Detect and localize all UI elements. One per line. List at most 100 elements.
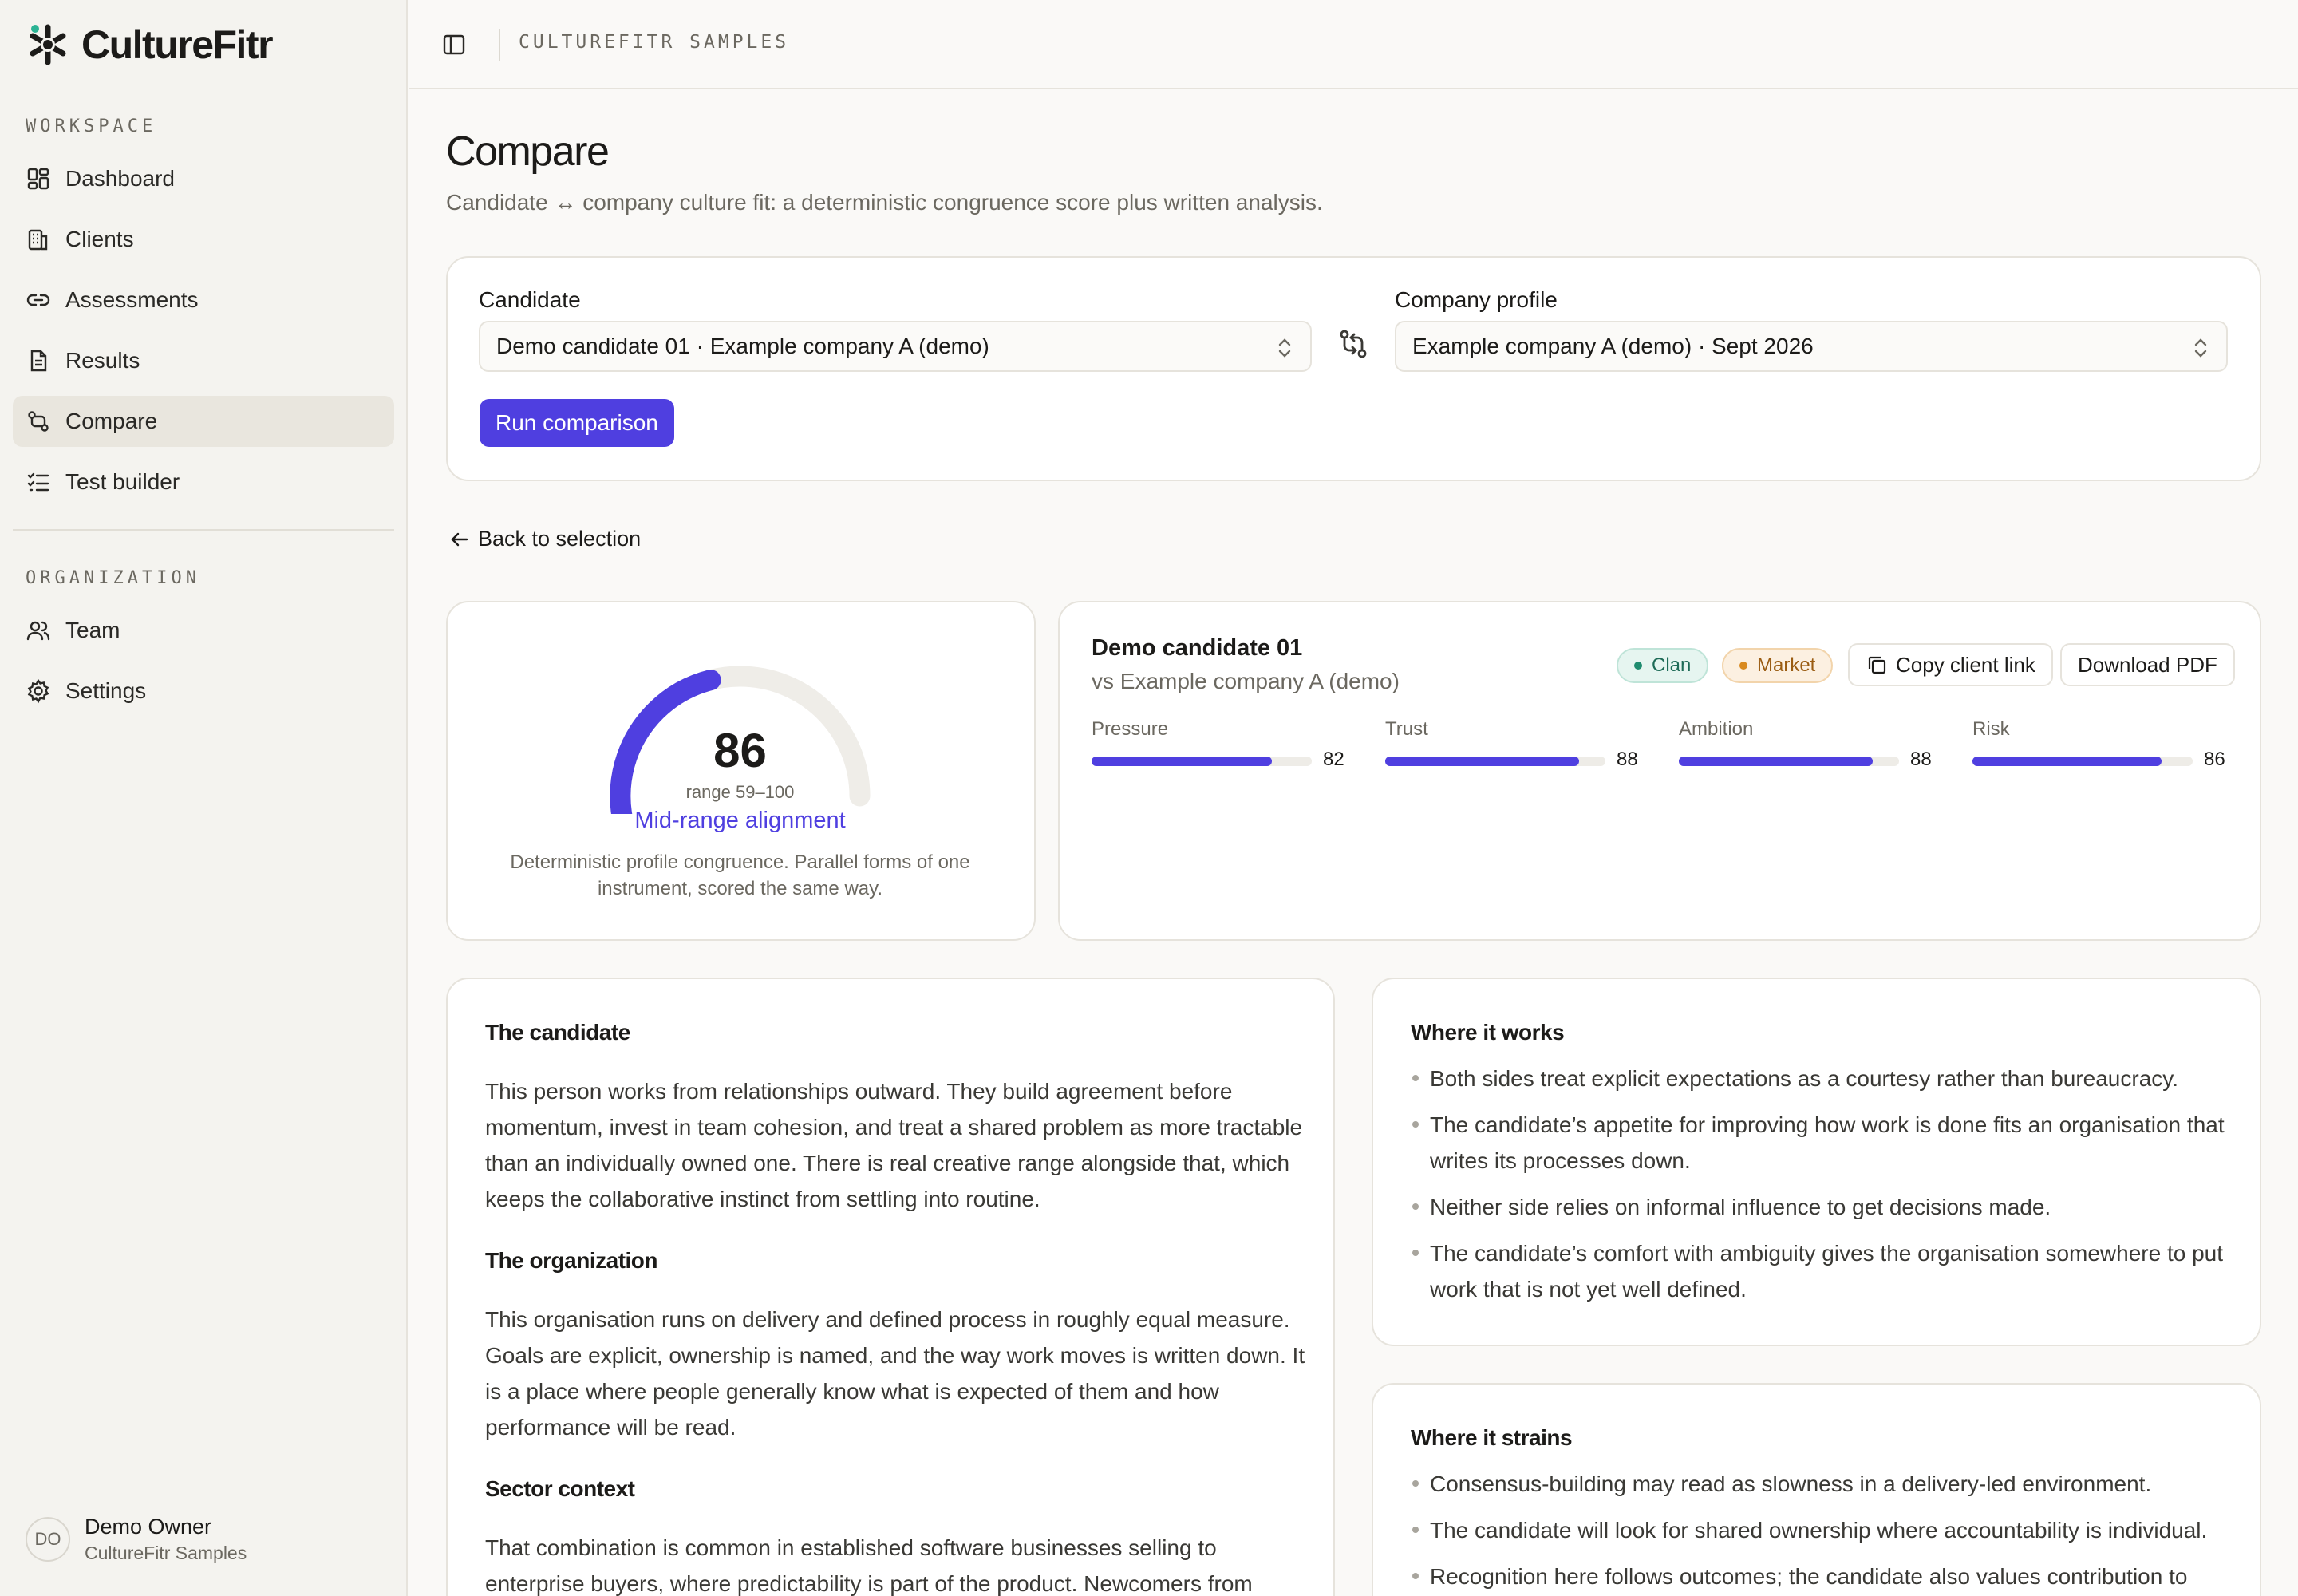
run-comparison-button[interactable]: Run comparison	[480, 399, 674, 447]
score-range: range 59–100	[685, 782, 795, 802]
tag-clan: Clan	[1617, 648, 1709, 683]
metric-track-pressure	[1092, 757, 1312, 766]
back-to-selection-link[interactable]: Back to selection	[449, 527, 641, 551]
brand[interactable]: CultureFitr	[24, 21, 274, 69]
user-org: CultureFitr Samples	[85, 1543, 247, 1563]
tag-dot	[1739, 662, 1747, 670]
sidebar-item-label: Team	[65, 618, 120, 642]
topbar-divider	[499, 29, 500, 61]
download-pdf-button[interactable]: Download PDF	[2060, 643, 2235, 686]
sidebar-toggle-icon[interactable]	[441, 32, 467, 57]
metric-value-risk: 86	[2204, 749, 2225, 770]
candidate-select[interactable]: Demo candidate 01 · Example company A (d…	[479, 321, 1312, 372]
metric-track-ambition	[1679, 757, 1899, 766]
list-item: Recognition here follows outcomes; the c…	[1411, 1558, 2225, 1594]
organization-section-label: ORGANIZATION	[26, 568, 200, 588]
sidebar-item-compare[interactable]: Compare	[13, 396, 394, 447]
users-icon	[26, 621, 50, 641]
company-select-value: Example company A (demo) · Sept 2026	[1412, 334, 1814, 358]
works-list: Both sides treat explicit expectations a…	[1411, 1061, 2225, 1317]
gear-icon	[27, 678, 49, 704]
score-label: Mid-range alignment	[634, 808, 846, 833]
company-select[interactable]: Example company A (demo) · Sept 2026	[1395, 321, 2228, 372]
sidebar: CultureFitr WORKSPACE Dashboard Clients …	[0, 0, 408, 1596]
sidebar-item-dashboard[interactable]: Dashboard	[13, 153, 394, 204]
works-heading: Where it works	[1411, 1020, 1565, 1045]
breadcrumb: CULTUREFITR SAMPLES	[519, 32, 790, 53]
score-description: Deterministic profile congruence. Parall…	[510, 851, 970, 899]
sidebar-item-label: Results	[65, 348, 140, 373]
dashboard-icon	[27, 168, 49, 190]
copy-client-link-button[interactable]: Copy client link	[1848, 643, 2053, 686]
chevron-updown-icon	[1278, 338, 1291, 358]
swap-icon[interactable]	[1335, 326, 1372, 362]
list-item: The candidate’s comfort with ambiguity g…	[1411, 1235, 2225, 1307]
candidate-versus: vs Example company A (demo)	[1092, 669, 1400, 693]
strains-heading: Where it strains	[1411, 1425, 1573, 1450]
page-subtitle: Candidate ↔ company culture fit: a deter…	[446, 190, 1323, 215]
back-link-label: Back to selection	[478, 527, 642, 551]
tag-label: Market	[1757, 654, 1816, 676]
list-item: Consensus-building may read as slowness …	[1411, 1466, 2225, 1502]
download-pdf-label: Download PDF	[2078, 652, 2217, 677]
sidebar-item-label: Settings	[65, 678, 147, 703]
sidebar-item-label: Dashboard	[65, 166, 175, 191]
sidebar-item-label: Assessments	[65, 287, 199, 312]
link-icon	[26, 294, 50, 306]
metric-label-risk: Risk	[1972, 718, 2010, 740]
sidebar-item-clients[interactable]: Clients	[13, 214, 394, 265]
candidate-select-value: Demo candidate 01 · Example company A (d…	[496, 334, 989, 358]
sidebar-item-label: Test builder	[65, 469, 180, 494]
document-icon	[30, 350, 47, 372]
list-item: Both sides treat explicit expectations a…	[1411, 1061, 2225, 1096]
copy-client-link-label: Copy client link	[1896, 652, 2035, 677]
list-item: The candidate’s appetite for improving h…	[1411, 1107, 2225, 1179]
tag-dot	[1634, 662, 1642, 670]
sidebar-item-label: Clients	[65, 227, 134, 251]
score-value: 86	[713, 724, 767, 777]
candidate-heading: The candidate	[485, 1020, 630, 1045]
metric-track-trust	[1385, 757, 1605, 766]
company-label: Company profile	[1395, 287, 1558, 312]
candidate-label: Candidate	[479, 287, 581, 312]
workspace-section-label: WORKSPACE	[26, 117, 157, 136]
building-icon	[28, 229, 48, 251]
sidebar-item-team[interactable]: Team	[13, 605, 394, 656]
candidate-name: Demo candidate 01	[1092, 635, 1303, 661]
candidate-text: This person works from relationships out…	[485, 1079, 1303, 1211]
sidebar-item-results[interactable]: Results	[13, 335, 394, 386]
organization-heading: The organization	[485, 1248, 658, 1273]
page-title: Compare	[446, 128, 610, 175]
sidebar-item-assessments[interactable]: Assessments	[13, 275, 394, 326]
sidebar-item-label: Compare	[65, 409, 158, 433]
sidebar-item-settings[interactable]: Settings	[13, 666, 394, 717]
tag-market: Market	[1722, 648, 1834, 683]
metric-value-trust: 88	[1617, 749, 1638, 770]
sidebar-item-test-builder[interactable]: Test builder	[13, 456, 394, 508]
list-item: The candidate will look for shared owner…	[1411, 1512, 2225, 1548]
tag-label: Clan	[1652, 654, 1692, 676]
compare-icon	[28, 411, 49, 432]
metric-fill-risk	[1972, 757, 2162, 766]
metric-label-trust: Trust	[1385, 718, 1428, 740]
avatar: DO	[26, 1517, 70, 1562]
metric-track-risk	[1972, 757, 2193, 766]
metric-label-pressure: Pressure	[1092, 718, 1169, 740]
metric-value-pressure: 82	[1323, 749, 1344, 770]
metric-fill-ambition	[1679, 757, 1873, 766]
sidebar-divider	[13, 529, 394, 531]
metric-fill-trust	[1385, 757, 1579, 766]
metric-fill-pressure	[1092, 757, 1273, 766]
sector-heading: Sector context	[485, 1476, 635, 1501]
user-profile[interactable]: DO Demo Owner CultureFitr Samples	[26, 1515, 247, 1564]
brand-logo-icon	[30, 24, 66, 65]
analysis-card	[446, 978, 1335, 1596]
metric-label-ambition: Ambition	[1679, 718, 1754, 740]
topbar: CULTUREFITR SAMPLES	[409, 0, 2298, 89]
sector-text: That combination is common in establishe…	[485, 1535, 1253, 1596]
list-item: Neither side relies on informal influenc…	[1411, 1189, 2225, 1225]
user-name: Demo Owner	[85, 1515, 212, 1539]
arrow-left-icon	[451, 532, 468, 546]
copy-icon	[1868, 656, 1886, 674]
brand-name: CultureFitr	[81, 22, 274, 67]
